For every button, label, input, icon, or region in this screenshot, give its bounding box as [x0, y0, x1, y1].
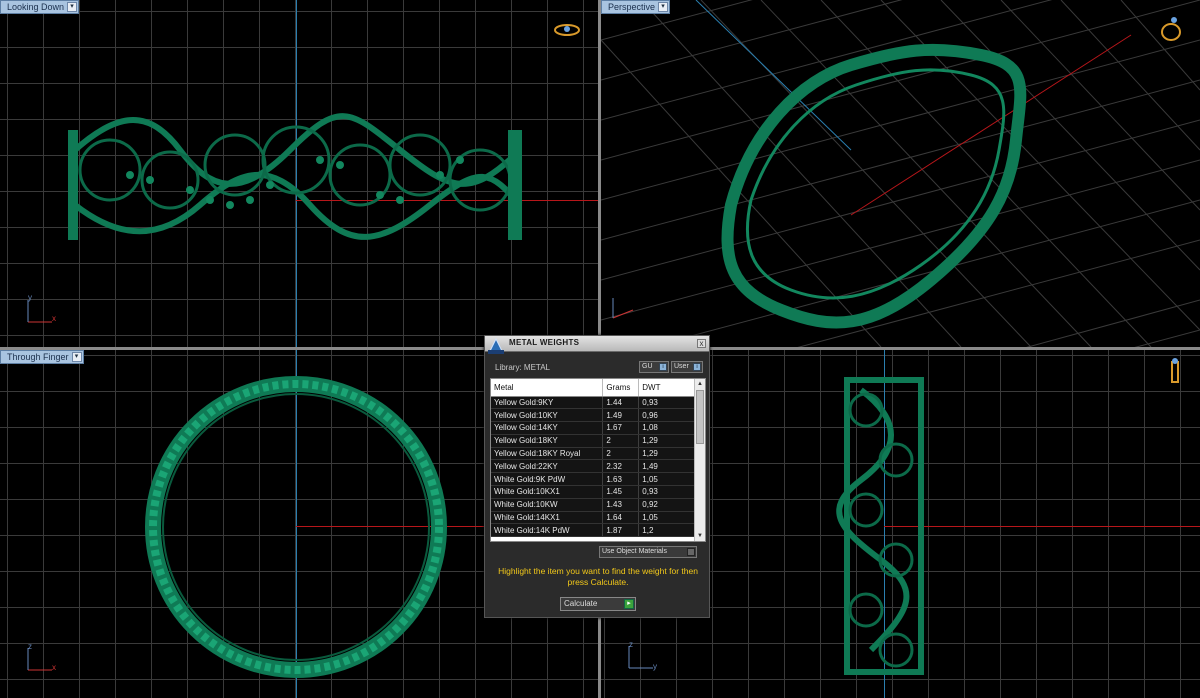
viewport-label-text: Through Finger — [7, 352, 69, 362]
viewport-label-text: Perspective — [608, 2, 656, 12]
metal-cell: Yellow Gold:9KY — [491, 396, 604, 410]
use-object-materials-toggle[interactable]: Use Object Materials — [599, 546, 697, 558]
viewport-label-looking-down[interactable]: Looking Down ▾ — [0, 0, 80, 14]
info-icon: i — [659, 363, 667, 371]
grams-cell: 1.49 — [602, 408, 640, 423]
gizmo-z-label: z — [629, 640, 633, 649]
dwt-cell: 0,92 — [638, 498, 696, 512]
table-row[interactable]: White Gold:14KX1 1.64 1,05 — [491, 511, 696, 525]
chevron-down-icon[interactable]: ▾ — [658, 2, 669, 12]
play-arrow-icon: ▸ — [624, 599, 634, 609]
scroll-up-icon[interactable]: ▲ — [695, 379, 705, 389]
dwt-cell: 0,96 — [638, 408, 696, 423]
info-icon: i — [693, 363, 701, 371]
viewport-perspective[interactable]: Perspective ▾ — [601, 0, 1200, 347]
table-row[interactable]: White Gold:10KX1 1.45 0,93 — [491, 485, 696, 499]
metal-cell: Yellow Gold:18KY — [491, 434, 604, 448]
checkbox-icon[interactable] — [687, 548, 695, 556]
grams-cell: 1.43 — [602, 498, 640, 512]
scroll-down-icon[interactable]: ▼ — [695, 531, 705, 541]
close-icon[interactable]: x — [697, 339, 706, 348]
metal-cell: Yellow Gold:10KY — [491, 408, 604, 423]
grams-cell: 2.32 — [602, 459, 640, 474]
dwt-cell: 1,49 — [638, 459, 696, 474]
gizmo-x-label: x — [52, 314, 56, 323]
metal-weights-dialog: METAL WEIGHTS x Library: METAL GU i User… — [484, 335, 710, 618]
grams-cell: 1.87 — [602, 523, 640, 538]
metal-cell: Yellow Gold:14KY — [491, 421, 604, 435]
metal-cell: White Gold:10KX1 — [491, 485, 604, 499]
dwt-cell: 1,08 — [638, 421, 696, 435]
dwt-cell: 1,05 — [638, 511, 696, 525]
table-row[interactable]: Yellow Gold:14KY 1.67 1,08 — [491, 421, 696, 435]
axis-gizmo-perspective — [612, 298, 634, 319]
ring-view-icon[interactable] — [552, 18, 582, 48]
dwt-cell: 0,93 — [638, 485, 696, 499]
grams-cell: 1.44 — [602, 396, 640, 410]
app-logo-icon — [488, 337, 504, 354]
grams-cell: 1.64 — [602, 511, 640, 525]
calculate-button[interactable]: Calculate ▸ — [560, 597, 636, 611]
user-label: User — [674, 363, 689, 370]
table-row[interactable]: Yellow Gold:9KY 1.44 0,93 — [491, 396, 696, 410]
grams-cell: 1.63 — [602, 472, 640, 487]
metal-table[interactable]: Metal Grams DWT Yellow Gold:9KY 1.44 0,93 … — [490, 378, 706, 542]
grams-cell: 1.45 — [602, 485, 640, 499]
viewport-label-through-finger[interactable]: Through Finger ▾ — [0, 350, 84, 364]
user-toggle[interactable]: User i — [671, 361, 703, 373]
instruction-text: Highlight the item you want to find the … — [498, 566, 698, 587]
dwt-cell: 1,29 — [638, 447, 696, 461]
use-object-materials-label: Use Object Materials — [602, 548, 667, 555]
dialog-title-bar[interactable]: METAL WEIGHTS x — [485, 336, 709, 354]
grams-cell: 1.67 — [602, 421, 640, 435]
metal-cell: Yellow Gold:18KY Royal — [491, 447, 604, 461]
gizmo-z-label: z — [28, 642, 32, 651]
dwt-cell: 1,29 — [638, 434, 696, 448]
dwt-cell: 1,05 — [638, 472, 696, 487]
viewport-label-text: Looking Down — [7, 2, 65, 12]
gizmo-y-label: y — [653, 662, 657, 671]
table-row[interactable]: White Gold:10KW 1.43 0,92 — [491, 498, 696, 512]
metal-cell: White Gold:10KW — [491, 498, 604, 512]
metal-cell: White Gold:9K PdW — [491, 472, 604, 487]
table-row[interactable]: Yellow Gold:18KY 2 1,29 — [491, 434, 696, 448]
dwt-cell: 1,2 — [638, 523, 696, 538]
scroll-thumb[interactable] — [696, 390, 704, 444]
metal-cell: Yellow Gold:22KY — [491, 459, 604, 474]
table-row[interactable]: White Gold:14K PdW 1.87 1,2 — [491, 523, 696, 538]
viewport-looking-down[interactable]: x y Looking Down ▾ — [0, 0, 598, 347]
table-row[interactable]: Yellow Gold:10KY 1.49 0,96 — [491, 408, 696, 423]
dwt-cell: 0,93 — [638, 396, 696, 410]
ring-top-view — [68, 113, 523, 240]
table-row[interactable]: Yellow Gold:18KY Royal 2 1,29 — [491, 447, 696, 461]
gizmo-y-label: y — [28, 293, 32, 302]
chevron-down-icon[interactable]: ▾ — [71, 352, 82, 362]
gu-toggle[interactable]: GU i — [639, 361, 669, 373]
library-label: Library: METAL — [495, 363, 550, 372]
perspective-grid — [601, 0, 1200, 347]
viewport-label-perspective[interactable]: Perspective ▾ — [601, 0, 671, 14]
column-header-dwt[interactable]: DWT — [638, 379, 696, 397]
grams-cell: 2 — [602, 447, 640, 461]
metal-cell: White Gold:14KX1 — [491, 511, 604, 525]
table-scrollbar[interactable]: ▲ ▼ — [694, 379, 705, 541]
grams-cell: 2 — [602, 434, 640, 448]
table-row[interactable]: White Gold:9K PdW 1.63 1,05 — [491, 472, 696, 487]
ring-side-icon[interactable] — [1161, 356, 1191, 386]
ring-perspective-icon[interactable] — [1157, 12, 1187, 42]
column-header-grams[interactable]: Grams — [602, 379, 640, 397]
metal-cell: White Gold:14K PdW — [491, 523, 604, 538]
column-header-metal[interactable]: Metal — [491, 379, 604, 397]
table-row[interactable]: Yellow Gold:22KY 2.32 1,49 — [491, 459, 696, 474]
dialog-title: METAL WEIGHTS — [509, 338, 580, 347]
gu-label: GU — [642, 363, 653, 370]
chevron-down-icon[interactable]: ▾ — [67, 2, 78, 12]
gizmo-x-label: x — [52, 663, 56, 672]
calculate-label: Calculate — [564, 599, 598, 608]
